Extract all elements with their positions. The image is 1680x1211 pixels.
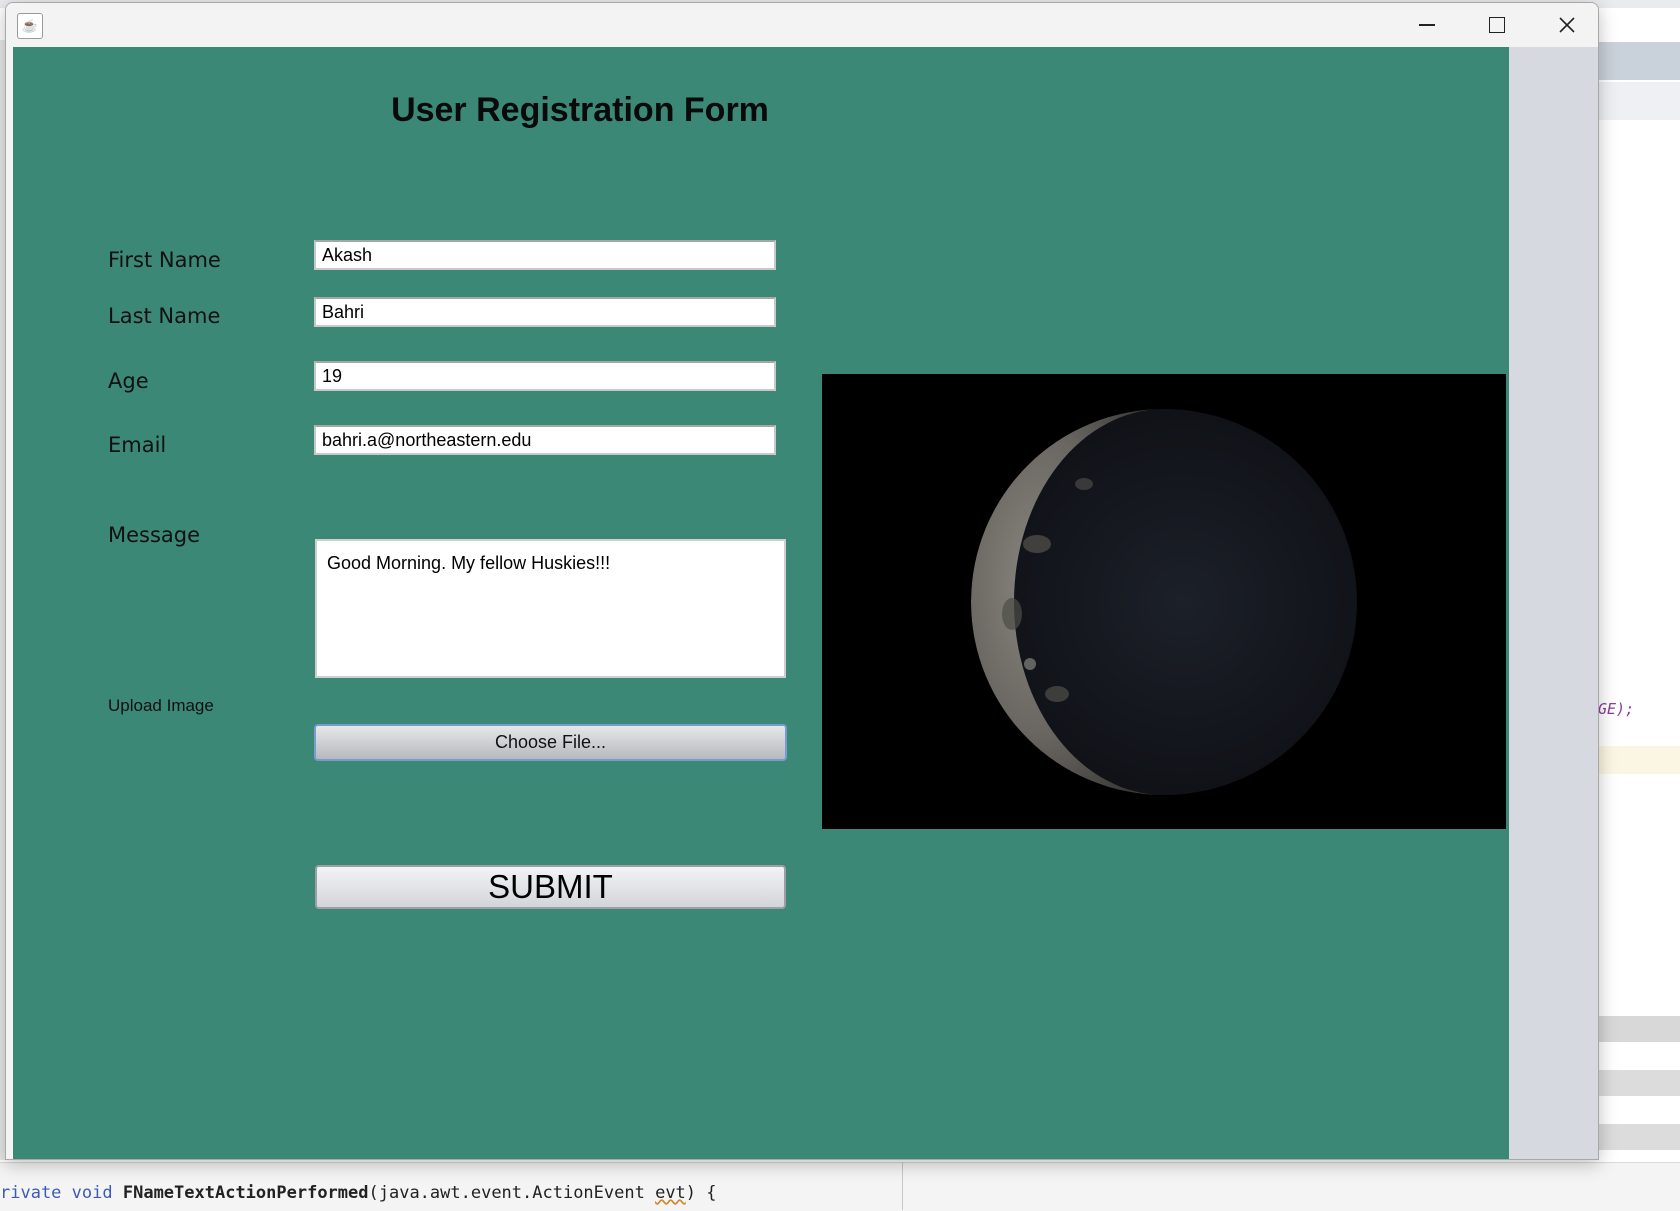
last-name-input[interactable]: [314, 297, 776, 327]
background-folded-line: [1596, 1016, 1680, 1042]
choose-file-button[interactable]: Choose File...: [314, 724, 787, 761]
image-preview: [822, 374, 1506, 829]
email-label: Email: [108, 433, 167, 457]
crescent-moon-image: [822, 374, 1506, 829]
form-title: User Registration Form: [391, 91, 769, 129]
background-ide-tab-strip: [1596, 42, 1680, 80]
minimize-button[interactable]: [1392, 3, 1462, 47]
age-input[interactable]: [314, 361, 776, 391]
maximize-button[interactable]: [1462, 3, 1532, 47]
close-icon: [1559, 17, 1575, 33]
maximize-icon: [1489, 17, 1505, 33]
age-label: Age: [108, 369, 149, 393]
background-method-signature: rivate void FNameTextActionPerformed(jav…: [0, 1183, 717, 1203]
background-folded-line: [1596, 1070, 1680, 1096]
background-ide-editor: [1596, 40, 1680, 1110]
registration-window: ☕ User Registration Form First Name Last…: [5, 2, 1599, 1160]
minimize-icon: [1419, 24, 1435, 26]
background-highlighted-line: [1596, 746, 1680, 774]
message-label: Message: [108, 523, 201, 547]
background-folded-line: [1596, 1124, 1680, 1150]
last-name-label: Last Name: [108, 304, 221, 328]
message-textarea[interactable]: Good Morning. My fellow Huskies!!!: [315, 539, 786, 678]
background-code-fragment: GE);: [1598, 700, 1635, 718]
background-divider: [902, 1162, 903, 1210]
first-name-input[interactable]: [314, 240, 776, 270]
upload-image-label: Upload Image: [108, 696, 214, 715]
submit-button[interactable]: SUBMIT: [315, 865, 786, 909]
close-button[interactable]: [1532, 3, 1598, 47]
email-input[interactable]: [314, 425, 776, 455]
first-name-label: First Name: [108, 248, 221, 272]
java-cup-icon[interactable]: ☕: [17, 13, 43, 39]
background-ide-toolbar-strip: [1596, 82, 1680, 120]
form-panel: User Registration Form First Name Last N…: [13, 47, 1509, 1159]
title-bar[interactable]: ☕: [6, 3, 1598, 47]
window-content: User Registration Form First Name Last N…: [13, 47, 1598, 1159]
